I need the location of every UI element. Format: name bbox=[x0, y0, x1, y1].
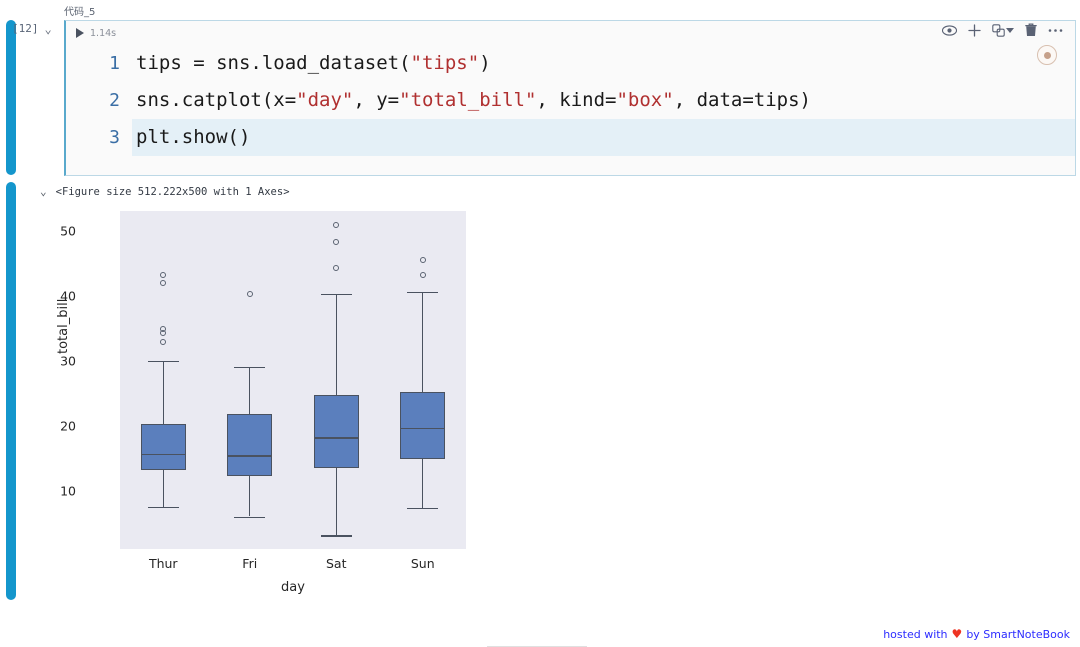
y-axis-tick-label: 50 bbox=[60, 223, 76, 238]
x-axis-tick-label: Thur bbox=[148, 556, 178, 571]
kernel-status-dot bbox=[1043, 51, 1051, 59]
trash-icon[interactable] bbox=[1025, 23, 1037, 37]
y-axis-tick-label: 40 bbox=[60, 288, 76, 303]
code-token: ) bbox=[479, 52, 491, 74]
split-cell-icon[interactable] bbox=[992, 23, 1014, 37]
chevron-down-icon[interactable] bbox=[1006, 27, 1014, 33]
python-kernel-icon[interactable] bbox=[1037, 45, 1057, 65]
cell-runtime: 1.14s bbox=[90, 27, 117, 39]
footer-credit[interactable]: hosted with ♥ by SmartNoteBook bbox=[883, 627, 1070, 641]
code-text[interactable]: tips = sns.load_dataset("tips") bbox=[132, 45, 1075, 82]
code-token: , y= bbox=[353, 89, 400, 111]
code-text[interactable]: sns.catplot(x= "day", y= "total_bill", kin… bbox=[132, 82, 1075, 119]
footer-prefix: hosted with bbox=[883, 627, 948, 641]
cell-title[interactable]: 代码_5 bbox=[64, 3, 95, 18]
whisker-upper bbox=[422, 291, 424, 393]
line-number: 3 bbox=[109, 127, 120, 148]
code-string-token: "day" bbox=[296, 89, 354, 111]
code-line[interactable]: 2 sns.catplot(x= "day", y= "total_bill", ki… bbox=[66, 82, 1075, 119]
x-axis-tick-label: Sun bbox=[410, 556, 435, 571]
figure-repr-text: <Figure size 512.222x500 with 1 Axes> bbox=[55, 185, 290, 198]
line-number: 1 bbox=[109, 53, 120, 74]
x-axis-label: day bbox=[281, 580, 305, 595]
x-axis-tick-label: Fri bbox=[242, 556, 258, 571]
code-token: plt.show() bbox=[136, 126, 251, 148]
median-line bbox=[400, 428, 446, 430]
cell-actions bbox=[942, 23, 1063, 37]
code-editor[interactable]: 1 tips = sns.load_dataset("tips") 2 sns.cat… bbox=[66, 45, 1075, 156]
play-icon[interactable] bbox=[76, 28, 84, 38]
output-header: ⌄ <Figure size 512.222x500 with 1 Axes> bbox=[40, 185, 290, 198]
cell-meta: [12] ⌄ bbox=[12, 22, 64, 35]
footer-suffix: by SmartNoteBook bbox=[966, 627, 1070, 641]
line-number: 2 bbox=[109, 90, 120, 111]
chevron-down-icon[interactable]: ⌄ bbox=[45, 23, 52, 35]
code-cell[interactable]: 1.14s 1 tips = sns.load_dataset("tips" … bbox=[64, 20, 1076, 176]
code-token: sns.catplot(x= bbox=[136, 89, 297, 111]
eye-icon[interactable] bbox=[942, 24, 957, 36]
code-token: tips = sns.load_dataset( bbox=[136, 52, 411, 74]
run-cell-button[interactable]: 1.14s bbox=[76, 28, 116, 39]
more-icon[interactable] bbox=[1048, 28, 1063, 33]
heart-icon: ♥ bbox=[951, 627, 963, 641]
code-token: , kind= bbox=[536, 89, 617, 111]
figure-output: total_bill day 10 20 30 40 50 Thur Fri Sat Sun bbox=[56, 206, 484, 596]
code-text[interactable]: plt.show() bbox=[132, 119, 1075, 156]
cell-toolbar: 1.14s bbox=[66, 21, 1075, 65]
whisker-cap-upper bbox=[407, 291, 439, 293]
outlier-point bbox=[419, 257, 426, 264]
code-string-token: "box" bbox=[616, 89, 674, 111]
plot-area bbox=[120, 211, 466, 549]
cell-selection-bar-code[interactable] bbox=[6, 20, 16, 175]
execution-count: [12] bbox=[12, 22, 39, 35]
code-line[interactable]: 1 tips = sns.load_dataset("tips") bbox=[66, 45, 1075, 82]
y-axis-tick-label: 20 bbox=[60, 418, 76, 433]
y-axis-tick-label: 30 bbox=[60, 353, 76, 368]
outlier-point bbox=[419, 272, 426, 279]
y-axis-label: total_bill bbox=[56, 298, 71, 354]
cell-selection-bar-output[interactable] bbox=[6, 182, 16, 600]
code-string-token: "tips" bbox=[410, 52, 480, 74]
code-line[interactable]: 3 plt.show() bbox=[66, 119, 1075, 156]
whisker-cap-lower bbox=[407, 508, 439, 510]
box-iqr bbox=[400, 392, 446, 460]
x-axis-tick-label: Sat bbox=[326, 556, 347, 571]
chevron-down-icon[interactable]: ⌄ bbox=[40, 185, 47, 198]
code-string-token: "total_bill" bbox=[399, 89, 537, 111]
box-plot-group bbox=[120, 211, 466, 549]
whisker-lower bbox=[422, 459, 424, 509]
plus-icon[interactable] bbox=[968, 23, 981, 37]
code-token: , data=tips) bbox=[673, 89, 811, 111]
y-axis-tick-label: 10 bbox=[60, 483, 76, 498]
